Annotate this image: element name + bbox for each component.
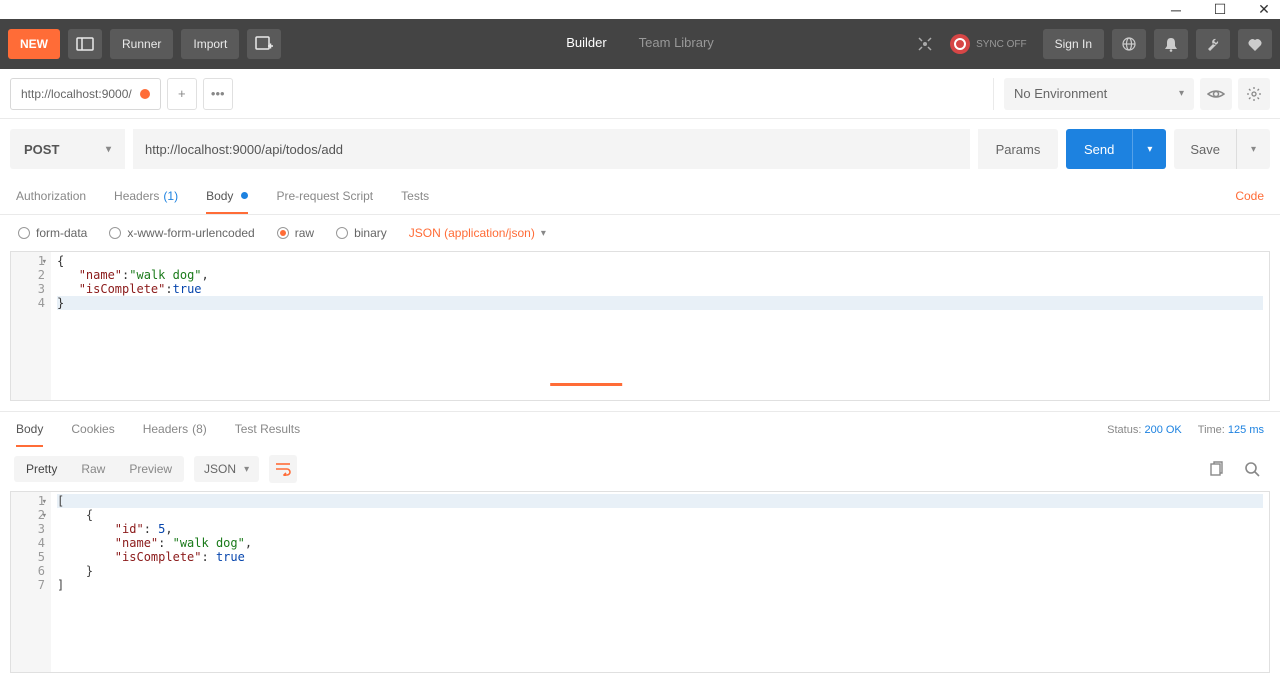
tab-body[interactable]: Body xyxy=(206,179,248,214)
radio-formdata[interactable]: form-data xyxy=(18,226,87,240)
sync-label: SYNC OFF xyxy=(976,39,1027,50)
method-label: POST xyxy=(24,142,59,157)
restab-cookies[interactable]: Cookies xyxy=(71,412,114,447)
close-icon[interactable]: ✕ xyxy=(1256,2,1272,18)
minimize-icon[interactable]: ─ xyxy=(1168,2,1184,18)
chevron-down-icon: ▾ xyxy=(106,144,111,155)
environment-select[interactable]: No Environment ▾ xyxy=(1004,78,1194,110)
save-button[interactable]: Save ▾ xyxy=(1174,129,1270,169)
wrench-icon[interactable] xyxy=(1196,29,1230,59)
sync-status[interactable]: SYNC OFF xyxy=(950,34,1027,54)
code-link[interactable]: Code xyxy=(1235,179,1264,214)
new-button[interactable]: NEW xyxy=(8,29,60,59)
import-button[interactable]: Import xyxy=(181,29,239,59)
send-dropdown[interactable]: ▾ xyxy=(1132,129,1166,169)
content-type-select[interactable]: JSON (application/json) ▾ xyxy=(409,226,546,240)
restab-headers[interactable]: Headers (8) xyxy=(143,412,207,447)
search-icon[interactable] xyxy=(1238,455,1266,483)
params-button[interactable]: Params xyxy=(978,129,1058,169)
view-pretty[interactable]: Pretty xyxy=(14,456,69,482)
environment-label: No Environment xyxy=(1014,86,1107,101)
xwww-label: x-www-form-urlencoded xyxy=(127,226,254,240)
response-toolbar: Pretty Raw Preview JSON ▾ xyxy=(0,447,1280,491)
signin-button[interactable]: Sign In xyxy=(1043,29,1104,59)
view-raw[interactable]: Raw xyxy=(69,456,117,482)
tab-builder[interactable]: Builder xyxy=(550,0,622,386)
response-lang-select[interactable]: JSON ▾ xyxy=(194,456,259,482)
heart-icon[interactable] xyxy=(1238,29,1272,59)
tab-tests[interactable]: Tests xyxy=(401,179,429,214)
add-tab-button[interactable]: + xyxy=(167,78,197,110)
request-tab[interactable]: http://localhost:9000/ xyxy=(10,78,161,110)
headers-label: Headers xyxy=(114,189,159,203)
bell-icon[interactable] xyxy=(1154,29,1188,59)
resheaders-count: (8) xyxy=(192,422,207,436)
chevron-down-icon: ▾ xyxy=(541,228,546,239)
unsaved-dot-icon xyxy=(140,89,150,99)
headers-count: (1) xyxy=(163,189,178,203)
interceptor-icon[interactable] xyxy=(908,29,942,59)
res-code-area[interactable]: [ { "id": 5, "name": "walk dog", "isComp… xyxy=(51,492,1269,672)
restab-body[interactable]: Body xyxy=(16,412,43,447)
view-preview[interactable]: Preview xyxy=(117,456,184,482)
wrap-lines-button[interactable] xyxy=(269,455,297,483)
time-label: Time: xyxy=(1198,424,1225,436)
response-body-editor[interactable]: 1▾ 2▾ 3 4 5 6 7 [ { "id": 5, "name": "wa… xyxy=(10,491,1270,673)
gutter: 1▾ 2 3 4 xyxy=(11,252,51,400)
world-icon[interactable] xyxy=(1112,29,1146,59)
radio-raw[interactable]: raw xyxy=(277,226,314,240)
settings-icon[interactable] xyxy=(1238,78,1270,110)
copy-icon[interactable] xyxy=(1202,455,1230,483)
resheaders-label: Headers xyxy=(143,422,188,436)
view-mode-segment: Pretty Raw Preview xyxy=(14,456,184,482)
tab-headers[interactable]: Headers (1) xyxy=(114,179,178,214)
tab-prerequest[interactable]: Pre-request Script xyxy=(276,179,373,214)
maximize-icon[interactable]: ☐ xyxy=(1212,2,1228,18)
save-label: Save xyxy=(1174,142,1236,157)
formdata-label: form-data xyxy=(36,226,87,240)
quicklook-icon[interactable] xyxy=(1200,78,1232,110)
sync-icon xyxy=(950,34,970,54)
save-dropdown[interactable]: ▾ xyxy=(1236,129,1270,169)
send-label: Send xyxy=(1066,142,1132,157)
chevron-down-icon: ▾ xyxy=(244,464,249,475)
status-label: Status: xyxy=(1107,424,1141,436)
modified-dot-icon xyxy=(241,192,248,199)
chevron-down-icon: ▾ xyxy=(1179,88,1184,99)
tab-authorization[interactable]: Authorization xyxy=(16,179,86,214)
send-button[interactable]: Send ▾ xyxy=(1066,129,1166,169)
content-type-label: JSON (application/json) xyxy=(409,226,535,240)
time-value: 125 ms xyxy=(1228,424,1264,436)
tab-team-library[interactable]: Team Library xyxy=(623,0,730,386)
tab-options-button[interactable]: ••• xyxy=(203,78,233,110)
sidebar-toggle-button[interactable] xyxy=(68,29,102,59)
main-toolbar: NEW Runner Import Builder Team Library S… xyxy=(0,19,1280,69)
radio-xwww[interactable]: x-www-form-urlencoded xyxy=(109,226,254,240)
response-tabs: Body Cookies Headers (8) Test Results St… xyxy=(0,411,1280,447)
body-label: Body xyxy=(206,189,233,203)
restab-testresults[interactable]: Test Results xyxy=(235,412,300,447)
new-window-button[interactable] xyxy=(247,29,281,59)
raw-label: raw xyxy=(295,226,314,240)
runner-button[interactable]: Runner xyxy=(110,29,173,59)
status-value: 200 OK xyxy=(1144,424,1181,436)
request-tab-label: http://localhost:9000/ xyxy=(21,87,132,101)
radio-binary[interactable]: binary xyxy=(336,226,387,240)
http-method-select[interactable]: POST ▾ xyxy=(10,129,125,169)
lang-label: JSON xyxy=(204,462,236,476)
binary-label: binary xyxy=(354,226,387,240)
res-gutter: 1▾ 2▾ 3 4 5 6 7 xyxy=(11,492,51,672)
